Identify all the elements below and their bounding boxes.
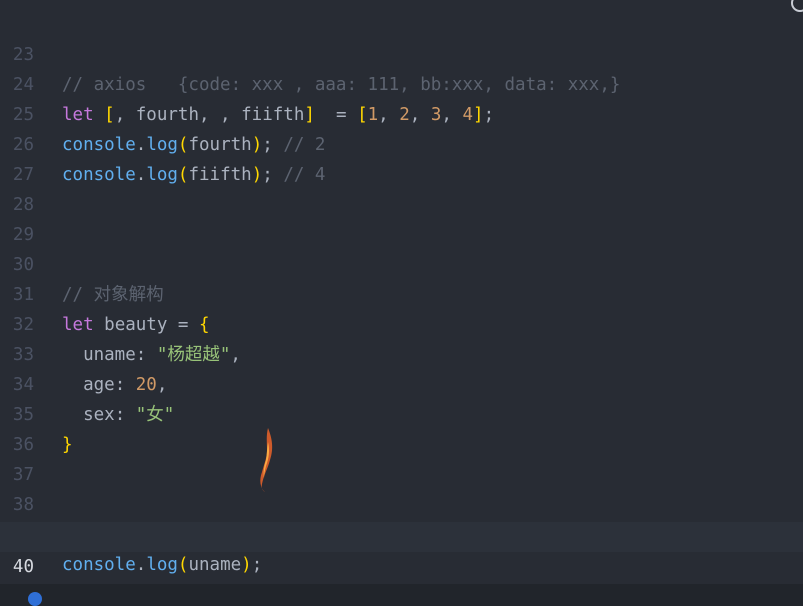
code-line-26[interactable]: 26 console.log(fiifth); // 4 <box>0 100 803 185</box>
code-line-37[interactable]: 37 <box>0 430 803 485</box>
flame-cursor-icon <box>260 428 273 492</box>
code-line-31[interactable]: 31 let beauty = { <box>0 250 803 335</box>
code-line-29[interactable]: 29 <box>0 190 803 245</box>
code-line-25[interactable]: 25 console.log(fourth); // 2 <box>0 70 803 155</box>
code-line-32[interactable]: 32 uname: "杨超越", <box>0 280 803 365</box>
code-line-36[interactable]: 36 <box>0 400 803 455</box>
code-line-28[interactable]: 28 <box>0 160 803 215</box>
code-line-39[interactable]: 39 console.log(uname); <box>0 490 803 575</box>
code-line-23[interactable]: 23 // axios {code: xxx , aaa: 111, bb:xx… <box>0 10 803 95</box>
code-line-38[interactable]: 38 let {uname, sex} = beauty; <box>0 460 803 545</box>
status-bar <box>0 584 803 606</box>
code-line-27[interactable]: 27 <box>0 130 803 185</box>
code-line-35[interactable]: 35 } <box>0 370 803 455</box>
status-indicator-icon <box>28 592 42 606</box>
code-line-33[interactable]: 33 age: 20, <box>0 310 803 395</box>
code-editor[interactable]: 23 // axios {code: xxx , aaa: 111, bb:xx… <box>0 0 803 584</box>
code-line-24[interactable]: 24 let [, fourth, , fiifth] = [1, 2, 3, … <box>0 40 803 125</box>
code-line-30[interactable]: 30 // 对象解构 <box>0 220 803 305</box>
code-line-40[interactable]: 40 console.log(uname); <box>0 522 803 577</box>
code-line-41[interactable]: 41 <box>0 554 803 584</box>
code-line-34[interactable]: 34 sex: "女" <box>0 340 803 425</box>
